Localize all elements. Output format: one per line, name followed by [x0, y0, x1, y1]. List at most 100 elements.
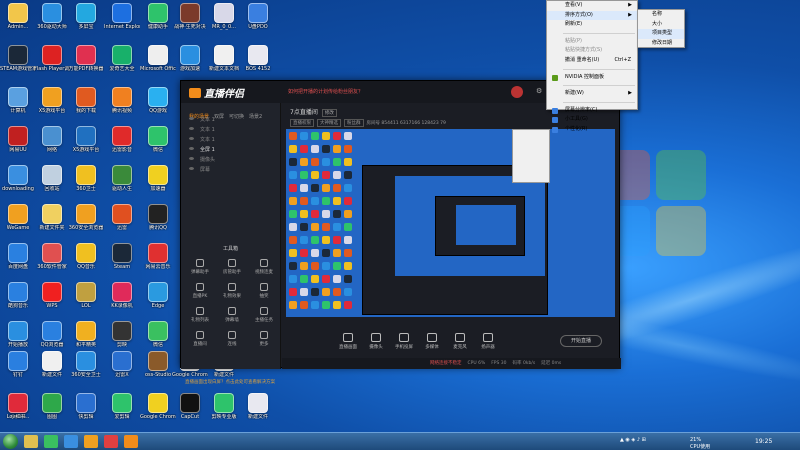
desktop-icon[interactable]: 迅雷X [104, 350, 140, 390]
desktop-icon[interactable]: KK录像机 [104, 281, 140, 321]
explorer-taskbar-icon[interactable] [24, 435, 38, 448]
desktop-icon[interactable]: Admin... [0, 2, 36, 42]
context-menu-item[interactable]: 排序方式(O) ▶ [547, 10, 637, 21]
desktop-icon[interactable]: WPS [34, 281, 70, 321]
desktop-icon[interactable]: 百度网盘 [0, 242, 36, 282]
room-info-chip[interactable]: 大神精选 [317, 119, 341, 127]
desktop-icon[interactable]: Edge [140, 281, 176, 321]
desktop-icon[interactable]: 小红书 [0, 392, 36, 432]
desktop-icon[interactable]: CapCut [172, 392, 208, 432]
desktop-icon[interactable]: 健康助手 [140, 2, 176, 42]
sort-submenu-item[interactable]: 名称 [638, 10, 684, 20]
desktop-icon[interactable]: 万能PDF转换器 [68, 44, 104, 84]
sort-submenu-item[interactable]: 大小 [638, 20, 684, 30]
context-menu-item[interactable]: 撤消 重命名(U) Ctrl+Z [547, 56, 637, 66]
desktop-icon[interactable]: 微信 [140, 125, 176, 165]
desktop-icon[interactable]: 360驱动大师 [34, 2, 70, 42]
edit-room-button[interactable]: 修改 [321, 109, 337, 117]
clock[interactable]: 19:25 [755, 438, 772, 445]
desktop-icon[interactable]: 快剪辑 [68, 392, 104, 432]
top-notice-link[interactable]: 如何把开播的计划传给粉丝朋友？ [288, 88, 363, 95]
desktop-icon[interactable]: 驱动人生 [104, 164, 140, 204]
desktop-icon[interactable]: MR_0_0... [206, 2, 242, 42]
context-menu-item[interactable]: 刷新(E) [547, 20, 637, 30]
sort-submenu-item[interactable]: 修改日期 [638, 39, 684, 49]
toolbox-item[interactable]: 更多 [249, 331, 279, 347]
desktop-icon[interactable]: 网易UU [0, 125, 36, 165]
desktop-icon[interactable]: 360安全卫士 [68, 350, 104, 390]
desktop-icon[interactable]: 腾讯视频 [104, 86, 140, 126]
desktop-icon[interactable]: 游戏加速 [172, 44, 208, 84]
desktop-icon[interactable]: 爱奇艺大全 [104, 44, 140, 84]
context-menu-item[interactable]: 屏幕分辨率(C) [547, 106, 637, 116]
desktop-icon[interactable]: QQ游戏 [140, 86, 176, 126]
desktop-icon[interactable]: 计算机 [0, 86, 36, 126]
context-menu-item[interactable]: 查看(V) ▶ [547, 1, 637, 11]
eye-icon[interactable] [189, 147, 194, 150]
desktop-icon[interactable]: Steam [104, 242, 140, 282]
context-menu-item[interactable]: 小工具(G) [547, 115, 637, 125]
desktop-icon[interactable]: Microsoft Office [140, 44, 176, 84]
desktop-icon[interactable]: 战神·生死对决 [172, 2, 208, 42]
room-info-chip[interactable]: 粉丝群 [344, 119, 364, 127]
source-control-button[interactable]: 扬声器 [472, 333, 504, 350]
tray-icons[interactable]: ▲ ◉ ◈ ♪ ⊞ [620, 437, 646, 443]
desktop-icon[interactable]: 剪映专业版 [206, 392, 242, 432]
scene-item[interactable]: 摄像头 [181, 155, 280, 165]
desktop-icon[interactable]: 钉钉 [0, 350, 36, 390]
desktop-icon[interactable]: Internet Explorer [104, 2, 140, 42]
desktop-icon[interactable]: 我的下载 [68, 86, 104, 126]
scene-item[interactable]: 文本 1 [181, 135, 280, 145]
desktop-icon[interactable]: 迅雷影音 [104, 125, 140, 165]
desktop-icon[interactable]: 新建文本文档 [206, 44, 242, 84]
sort-submenu-item[interactable]: 项目类型 [638, 29, 684, 39]
desktop-icon[interactable]: 爱剪辑 [104, 392, 140, 432]
toolbox-item[interactable]: 视频连麦 [249, 259, 279, 275]
eye-icon[interactable] [189, 167, 194, 170]
settings-icon[interactable]: ⚙ [536, 87, 542, 95]
desktop-icon[interactable]: Google Chrome [140, 392, 176, 432]
eye-icon[interactable] [189, 117, 194, 120]
desktop-icon[interactable]: 新建文件夹 [34, 203, 70, 243]
desktop-icon[interactable]: 回收站 [34, 164, 70, 204]
toolbox-item[interactable]: 抽奖 [249, 283, 279, 299]
desktop-icon[interactable]: 360卫士 [68, 164, 104, 204]
desktop-icon[interactable]: LOL [68, 281, 104, 321]
room-info-chip[interactable]: 直播权限 [290, 119, 314, 127]
desktop-icon[interactable]: 新建文件 [34, 350, 70, 390]
app-taskbar-icon[interactable] [104, 435, 118, 448]
start-live-button[interactable]: 开始直播 [560, 335, 602, 347]
toolbox-item[interactable]: 礼物效果 [217, 283, 247, 299]
toolbox-item[interactable]: 连线 [217, 331, 247, 347]
toolbox-item[interactable]: 礼物列表 [185, 307, 215, 323]
toolbox-item[interactable]: 房管助手 [217, 259, 247, 275]
context-menu-item[interactable]: 新建(W) ▶ [547, 89, 637, 99]
desktop-icon[interactable]: 多屏宝 [68, 2, 104, 42]
eye-icon[interactable] [189, 157, 194, 160]
desktop-icon[interactable]: QQ音乐 [68, 242, 104, 282]
context-menu-item[interactable]: 粘贴快捷方式(S) [547, 46, 637, 56]
desktop-icon[interactable]: 360软件管家 [34, 242, 70, 282]
desktop-icon[interactable]: X5游戏平台 [68, 125, 104, 165]
desktop-icon[interactable]: WeGame [0, 203, 36, 243]
desktop-icon[interactable]: 网易云音乐 [140, 242, 176, 282]
scene-item[interactable]: 全屏 1 [181, 145, 280, 155]
toolbox-item[interactable]: 直播PK [185, 283, 215, 299]
toolbox-item[interactable]: 直播间 [185, 331, 215, 347]
desktop-icon[interactable]: Flash Player调试工具 [34, 44, 70, 84]
desktop-icon[interactable]: 酷狗音乐 [0, 281, 36, 321]
scene-tab[interactable]: 双屏 [214, 113, 224, 120]
desktop-icon[interactable]: 新建文件 [240, 392, 276, 432]
sidebar-footer-notice[interactable]: 直播画面出现白屏？点击此处可查看解决方案 [185, 379, 275, 385]
scene-item[interactable]: 文本 1 [181, 125, 280, 135]
context-menu-item[interactable]: 个性化(R) [547, 125, 637, 135]
context-menu-item[interactable]: 粘贴(P) [547, 37, 637, 47]
eye-icon[interactable] [189, 137, 194, 140]
scene-tab[interactable]: 可切换 [229, 113, 244, 120]
eye-icon[interactable] [189, 127, 194, 130]
desktop-icon[interactable]: U盘PDO [240, 2, 276, 42]
desktop-icon[interactable]: 网络 [34, 125, 70, 165]
wechat-taskbar-icon[interactable] [44, 435, 58, 448]
desktop-icon[interactable]: BOS 4152 [240, 44, 276, 84]
desktop-icon[interactable]: 迅雷 [104, 203, 140, 243]
